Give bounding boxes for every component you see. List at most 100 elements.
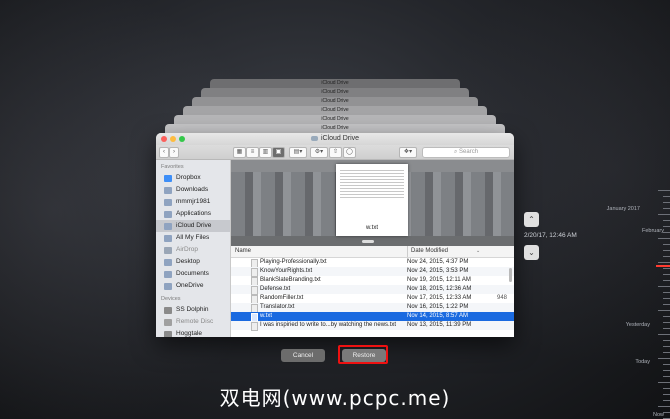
timeline-current-marker xyxy=(656,265,670,267)
text-file-icon xyxy=(251,322,258,331)
sidebar-item-applications[interactable]: Applications xyxy=(156,208,230,220)
columns-icon: ▥ xyxy=(262,149,269,155)
disk-icon xyxy=(164,330,172,337)
restore-highlight xyxy=(338,345,388,364)
minimize-button[interactable] xyxy=(170,136,176,142)
sidebar-item-ss-dolphin[interactable]: SS Dolphin xyxy=(156,304,230,316)
file-date: Nov 24, 2015, 4:37 PM xyxy=(407,259,469,265)
icon-view-button[interactable]: ▦ xyxy=(233,147,246,158)
file-name: RandomFiller.txt xyxy=(260,295,304,301)
cloud-folder-icon xyxy=(310,135,318,141)
timeline-label[interactable]: Today xyxy=(635,359,650,365)
backup-up-button[interactable]: ⌃ xyxy=(524,212,539,227)
sidebar-item-dropbox[interactable]: Dropbox xyxy=(156,172,230,184)
sidebar-item-icloud-drive[interactable]: iCloud Drive xyxy=(156,220,230,232)
sidebar-item-hoggtale[interactable]: Hoggtale xyxy=(156,328,230,337)
search-placeholder: Search xyxy=(459,149,479,155)
sidebar-item-label: All My Files xyxy=(176,234,210,241)
sidebar-item-downloads[interactable]: Downloads xyxy=(156,184,230,196)
home-icon xyxy=(164,198,172,206)
sidebar-item-onedrive[interactable]: OneDrive xyxy=(156,280,230,292)
file-row[interactable]: w.txt Nov 14, 2015, 8:57 AM xyxy=(231,312,514,322)
timeline-tick xyxy=(663,298,670,299)
sidebar-item-label: AirDrop xyxy=(176,246,199,253)
list-icon: ≡ xyxy=(250,149,255,155)
action-button[interactable]: ⚙▾ xyxy=(310,147,328,158)
sidebar-item-mmmjr1981[interactable]: mmmjr1981 xyxy=(156,196,230,208)
sidebar-item-documents[interactable]: Documents xyxy=(156,268,230,280)
timeline-tick xyxy=(663,250,670,251)
applications-icon xyxy=(164,210,172,218)
timeline-tick xyxy=(658,358,670,359)
backup-down-button[interactable]: ⌄ xyxy=(524,245,539,260)
backup-window-title: iCloud Drive xyxy=(321,107,349,113)
search-input[interactable]: ⌕ Search xyxy=(422,147,510,158)
timeline-tick xyxy=(663,202,670,203)
arrange-button[interactable]: ▤▾ xyxy=(289,147,307,158)
timeline-tick xyxy=(663,364,670,365)
dropbox-icon xyxy=(164,174,172,182)
timeline-label[interactable]: January 2017 xyxy=(607,206,640,212)
timeline-label[interactable]: February xyxy=(642,228,664,234)
file-row[interactable]: RandomFiller.txt Nov 17, 2015, 12:33 AM 94… xyxy=(231,294,514,304)
file-row[interactable]: Translator.txt Nov 16, 2015, 1:22 PM xyxy=(231,303,514,313)
finder-window: iCloud Drive ‹ › ▦ ≡ ▥ ▣ ▤▾ ⚙▾ ⇧ ◯ ❖▾ ⌕ … xyxy=(156,133,514,337)
list-header: Name Date Modified ⌄ xyxy=(231,246,514,258)
dropbox-icon: ❖▾ xyxy=(403,149,413,155)
sidebar-item-label: Remote Disc xyxy=(176,318,214,325)
file-name: Translator.txt xyxy=(260,304,295,310)
document-preview[interactable]: w.txt xyxy=(336,164,408,236)
sidebar-item-all-my-files[interactable]: All My Files xyxy=(156,232,230,244)
documents-icon xyxy=(164,270,172,278)
file-date: Nov 24, 2015, 3:53 PM xyxy=(407,268,469,274)
maximize-button[interactable] xyxy=(179,136,185,142)
timeline-label[interactable]: Now xyxy=(653,412,664,418)
dropbox-button[interactable]: ❖▾ xyxy=(399,147,417,158)
file-date: Nov 13, 2015, 11:39 PM xyxy=(407,322,472,328)
column-header-name[interactable]: Name xyxy=(235,246,251,257)
cover-flow-button[interactable]: ▣ xyxy=(272,147,285,158)
sort-chevron-icon: ⌄ xyxy=(476,248,481,254)
file-row[interactable]: Playing-Professionally.txt Nov 24, 2015, … xyxy=(231,258,514,268)
timeline-tick xyxy=(658,262,670,263)
tag-icon: ◯ xyxy=(346,149,353,155)
back-button[interactable]: ‹ xyxy=(159,147,169,158)
cancel-button[interactable]: Cancel xyxy=(281,349,325,362)
window-title: iCloud Drive xyxy=(320,135,360,142)
disk-icon xyxy=(164,306,172,314)
column-header-date[interactable]: Date Modified xyxy=(407,246,485,257)
timeline-tick xyxy=(663,196,670,197)
window-controls xyxy=(161,136,185,142)
chevron-up-icon: ⌃ xyxy=(528,215,535,224)
file-row[interactable]: Defense.txt Nov 18, 2015, 12:36 AM xyxy=(231,285,514,295)
file-date: Nov 16, 2015, 1:22 PM xyxy=(407,304,469,310)
list-view-button[interactable]: ≡ xyxy=(246,147,259,158)
cover-flow-icon: ▣ xyxy=(275,149,282,155)
close-button[interactable] xyxy=(161,136,167,142)
timeline-tick xyxy=(658,238,670,239)
sidebar-item-airdrop[interactable]: AirDrop xyxy=(156,244,230,256)
cover-flow-scroller[interactable] xyxy=(362,240,374,243)
sidebar-item-label: mmmjr1981 xyxy=(176,198,211,205)
watermark: 双电网(www.pcpc.me) xyxy=(219,386,451,410)
share-button[interactable]: ⇧ xyxy=(329,147,342,158)
column-view-button[interactable]: ▥ xyxy=(259,147,272,158)
forward-button[interactable]: › xyxy=(169,147,179,158)
tags-button[interactable]: ◯ xyxy=(343,147,356,158)
list-scrollbar[interactable] xyxy=(509,268,512,282)
sidebar-item-desktop[interactable]: Desktop xyxy=(156,256,230,268)
file-name: BlankSlateBranding.txt xyxy=(260,277,321,283)
timeline-tick xyxy=(663,328,670,329)
file-row[interactable]: BlankSlateBranding.txt Nov 19, 2015, 12:1… xyxy=(231,276,514,286)
sidebar-item-label: Applications xyxy=(176,210,212,217)
backup-window-title: iCloud Drive xyxy=(321,89,349,95)
timeline-tick xyxy=(663,232,670,233)
timeline-tick xyxy=(663,208,670,209)
file-row[interactable]: I was inspiried to write to...by watchin… xyxy=(231,321,514,331)
timeline-tick xyxy=(658,310,670,311)
file-name: I was inspiried to write to...by watchin… xyxy=(260,322,397,328)
timeline-label[interactable]: Yesterday xyxy=(626,322,650,328)
sidebar-item-label: iCloud Drive xyxy=(176,222,212,229)
file-row[interactable]: KnowYourRights.txt Nov 24, 2015, 3:53 PM xyxy=(231,267,514,277)
sidebar-item-remote-disc[interactable]: Remote Disc xyxy=(156,316,230,328)
